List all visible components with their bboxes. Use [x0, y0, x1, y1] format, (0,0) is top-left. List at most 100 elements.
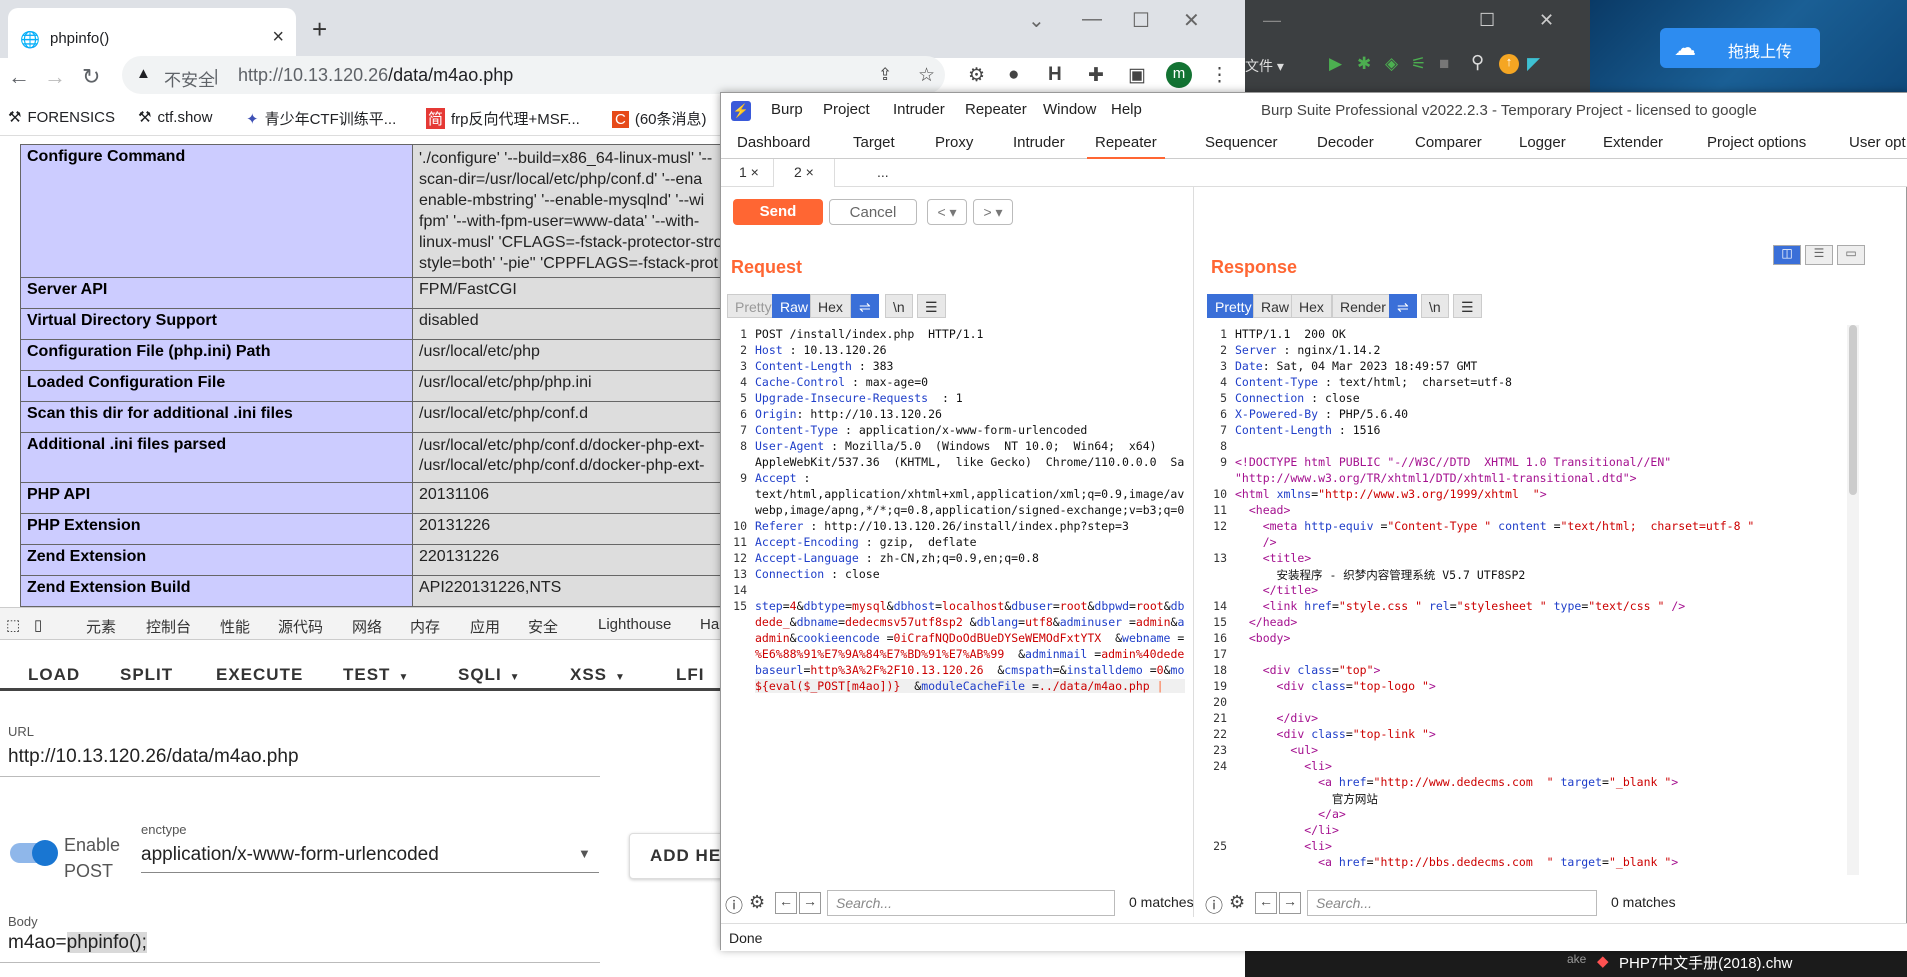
- avatar[interactable]: m: [1166, 62, 1192, 88]
- menu-window[interactable]: Window: [1043, 101, 1096, 118]
- layout-horizontal-icon[interactable]: ☰: [1805, 245, 1833, 265]
- bookmark-0[interactable]: ⚒ FORENSICS: [8, 108, 115, 126]
- menu-burp[interactable]: Burp: [771, 101, 803, 118]
- response-hex-button[interactable]: Hex: [1291, 294, 1332, 318]
- tab-user-options[interactable]: User opt: [1849, 134, 1906, 151]
- extension-circle-icon[interactable]: ●: [1008, 64, 1019, 86]
- maximize-icon[interactable]: ☐: [1479, 10, 1495, 31]
- tab-repeater[interactable]: Repeater: [1087, 134, 1165, 160]
- sidepanel-icon[interactable]: ▣: [1128, 64, 1146, 87]
- share-icon[interactable]: ⇪: [878, 65, 892, 85]
- response-search-input[interactable]: Search...: [1307, 890, 1597, 916]
- prev-match-icon[interactable]: ←: [775, 892, 797, 914]
- maximize-icon[interactable]: ☐: [1132, 8, 1150, 33]
- back-icon[interactable]: ←: [8, 64, 30, 90]
- plugin-icon[interactable]: ◤: [1527, 54, 1540, 74]
- tab-network[interactable]: 网络: [352, 616, 382, 637]
- close-icon[interactable]: ✕: [1539, 10, 1554, 31]
- history-forward-button[interactable]: > ▾: [973, 199, 1013, 225]
- newline-icon[interactable]: \n: [1421, 294, 1449, 318]
- xss-button[interactable]: XSS ▼: [570, 665, 626, 685]
- caret-down-icon[interactable]: ▼: [578, 846, 591, 861]
- bookmark-2[interactable]: ✦ 青少年CTF训练平...: [246, 108, 396, 129]
- tab-proxy[interactable]: Proxy: [935, 134, 973, 151]
- minimize-icon[interactable]: —: [1082, 8, 1102, 31]
- response-editor[interactable]: 1 HTTP/1.1 200 OK 2 Server : nginx/1.14.2 …: [1209, 325, 1769, 875]
- lfi-button[interactable]: LFI: [676, 665, 705, 685]
- sqli-button[interactable]: SQLI ▼: [458, 665, 521, 685]
- scrollbar-thumb[interactable]: [1849, 325, 1857, 495]
- extension-h-icon[interactable]: H: [1048, 64, 1062, 86]
- tab-lighthouse[interactable]: Lighthouse: [598, 616, 671, 633]
- upload-button[interactable]: ☁ 拖拽上传: [1660, 28, 1820, 68]
- tab-memory[interactable]: 内存: [410, 616, 440, 637]
- tab-comparer[interactable]: Comparer: [1415, 134, 1482, 151]
- tab-extender[interactable]: Extender: [1603, 134, 1663, 151]
- menu-repeater[interactable]: Repeater: [965, 101, 1027, 118]
- wrap-icon[interactable]: ⇌: [851, 294, 879, 318]
- prev-match-icon[interactable]: ←: [1255, 892, 1277, 914]
- tab-console[interactable]: 控制台: [146, 616, 191, 637]
- tab-intruder[interactable]: Intruder: [1013, 134, 1065, 151]
- layout-split-icon[interactable]: ◫: [1773, 245, 1801, 265]
- address-bar[interactable]: ▲ 不安全 | http://10.13.120.26/data/m4ao.ph…: [122, 56, 945, 94]
- panel-divider[interactable]: [1193, 187, 1194, 917]
- device-icon[interactable]: ▯: [34, 616, 42, 634]
- inspect-icon[interactable]: ⬚: [6, 616, 20, 634]
- tab-decoder[interactable]: Decoder: [1317, 134, 1374, 151]
- request-editor[interactable]: 1 POST /install/index.php HTTP/1.1 2 Host …: [729, 325, 1185, 875]
- tab-target[interactable]: Target: [853, 134, 895, 151]
- response-render-button[interactable]: Render: [1332, 294, 1394, 318]
- chevron-down-icon[interactable]: ⌄: [1028, 8, 1045, 33]
- help-icon[interactable]: ⓘ: [725, 892, 743, 918]
- menu-icon[interactable]: ⋮: [1210, 64, 1229, 87]
- minimize-icon[interactable]: —: [1263, 10, 1281, 31]
- newline-icon[interactable]: \n: [885, 294, 913, 318]
- tab-sources[interactable]: 源代码: [278, 616, 323, 637]
- response-pretty-button[interactable]: Pretty: [1207, 294, 1260, 318]
- next-match-icon[interactable]: →: [799, 892, 821, 914]
- tab-security[interactable]: 安全: [528, 616, 558, 637]
- bookmark-4[interactable]: C (60条消息): [612, 108, 707, 129]
- menu-project[interactable]: Project: [823, 101, 870, 118]
- cancel-button[interactable]: Cancel: [829, 199, 917, 225]
- puzzle-icon[interactable]: ✚: [1088, 64, 1104, 87]
- run-icon[interactable]: ▶: [1329, 54, 1342, 74]
- file-menu[interactable]: 文件 ▾: [1245, 56, 1284, 76]
- tab-hackbar[interactable]: Ha: [700, 616, 719, 633]
- close-icon[interactable]: ×: [272, 26, 284, 49]
- forward-icon[interactable]: →: [44, 64, 66, 90]
- close-window-icon[interactable]: ✕: [1183, 8, 1200, 33]
- bookmark-3[interactable]: 简 frp反向代理+MSF...: [426, 108, 580, 129]
- tab-elements[interactable]: 元素: [86, 616, 116, 637]
- extension-icon[interactable]: ⚙: [968, 64, 985, 87]
- enable-post-toggle[interactable]: [10, 840, 58, 866]
- star-icon[interactable]: ☆: [918, 64, 935, 87]
- body-field[interactable]: m4ao=phpinfo();: [8, 932, 147, 954]
- history-back-button[interactable]: < ▾: [927, 199, 967, 225]
- subtab-2[interactable]: 2 ×: [773, 159, 835, 187]
- subtab-more[interactable]: ...: [877, 164, 889, 180]
- help-icon[interactable]: ⓘ: [1205, 892, 1223, 918]
- taskbar-item[interactable]: PHP7中文手册(2018).chw: [1619, 952, 1792, 973]
- settings-icon[interactable]: ⚙: [749, 892, 765, 913]
- enctype-select[interactable]: application/x-www-form-urlencoded: [141, 844, 439, 866]
- split-button[interactable]: SPLIT: [120, 665, 173, 685]
- test-button[interactable]: TEST ▼: [343, 665, 409, 685]
- settings-icon[interactable]: ⚙: [1229, 892, 1245, 913]
- menu-intruder[interactable]: Intruder: [893, 101, 945, 118]
- url-field[interactable]: http://10.13.120.26/data/m4ao.php: [8, 746, 299, 768]
- debug-icon[interactable]: ✱: [1357, 54, 1371, 74]
- tab-logger[interactable]: Logger: [1519, 134, 1566, 151]
- bookmark-1[interactable]: ⚒ ctf.show: [138, 108, 212, 126]
- stop-icon[interactable]: ■: [1439, 54, 1449, 74]
- request-search-input[interactable]: Search...: [827, 890, 1115, 916]
- menu-icon[interactable]: ☰: [917, 294, 946, 318]
- update-icon[interactable]: ↑: [1499, 54, 1519, 74]
- next-match-icon[interactable]: →: [1279, 892, 1301, 914]
- tab-sequencer[interactable]: Sequencer: [1205, 134, 1278, 151]
- layout-tabs-icon[interactable]: ▭: [1837, 245, 1865, 265]
- load-button[interactable]: LOAD: [28, 665, 80, 685]
- menu-icon[interactable]: ☰: [1453, 294, 1482, 318]
- tab-performance[interactable]: 性能: [220, 616, 250, 637]
